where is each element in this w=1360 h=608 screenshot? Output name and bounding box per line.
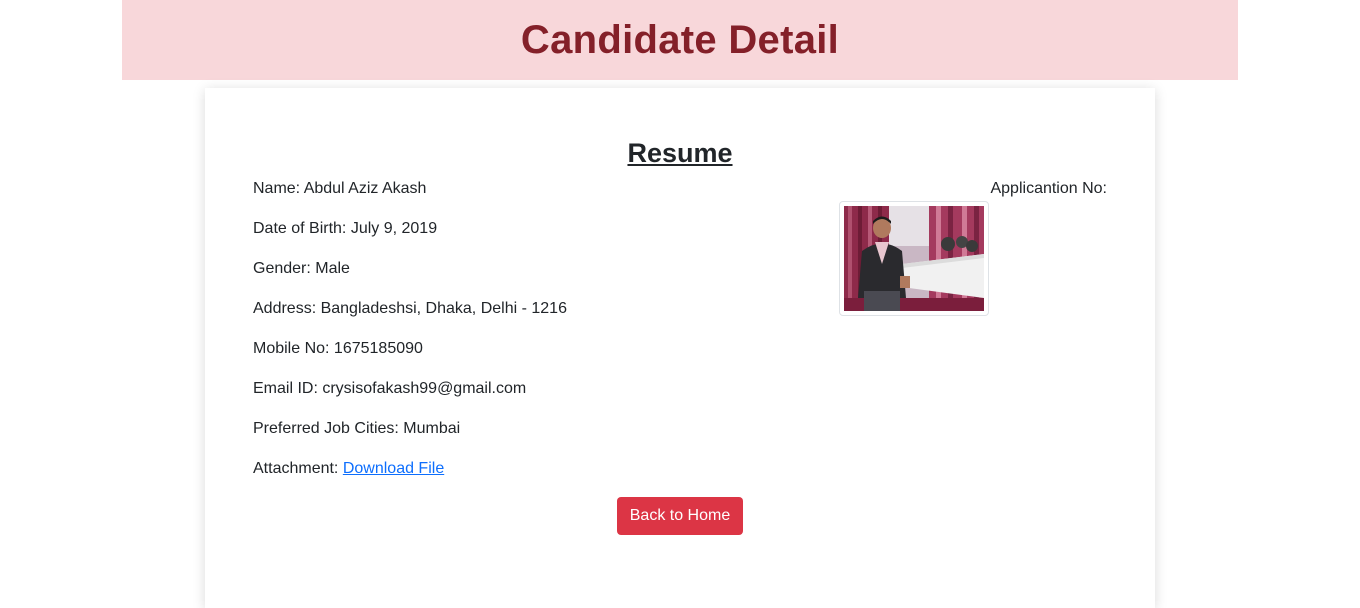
page-title: Candidate Detail — [520, 17, 840, 62]
candidate-photo-image — [844, 206, 984, 311]
detail-attachment: Attachment: Download File — [253, 458, 567, 498]
page-header: Candidate Detail — [122, 0, 1238, 80]
detail-email: Email ID: crysisofakash99@gmail.com — [253, 380, 527, 397]
candidate-photo — [839, 201, 989, 316]
detail-mobile: Mobile No: 1675185090 — [253, 340, 423, 357]
application-number-label: Applicantion No: — [990, 180, 1107, 197]
attachment-label: Attachment: — [253, 460, 343, 477]
detail-gender: Gender: Male — [253, 260, 350, 277]
back-to-home-button[interactable]: Back to Home — [617, 497, 743, 535]
detail-dob: Date of Birth: July 9, 2019 — [253, 220, 438, 237]
candidate-details: Name: Abdul Aziz Akash Date of Birth: Ju… — [253, 178, 567, 498]
resume-heading: Resume — [627, 138, 733, 168]
download-file-link[interactable]: Download File — [343, 460, 444, 477]
detail-cities: Preferred Job Cities: Mumbai — [253, 420, 461, 437]
resume-card: Resume Name: Abdul Aziz Akash Date of Bi… — [205, 88, 1155, 608]
detail-address: Address: Bangladeshsi, Dhaka, Delhi - 12… — [253, 300, 567, 317]
detail-name: Name: Abdul Aziz Akash — [253, 180, 427, 197]
